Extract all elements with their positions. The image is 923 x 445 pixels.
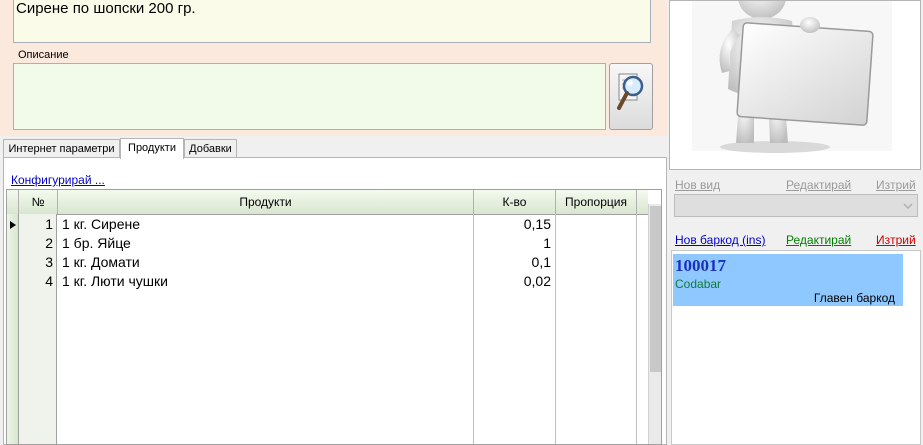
quantity-cell[interactable]: 1	[474, 234, 551, 253]
delete-type-link[interactable]: Изтрий	[876, 178, 916, 192]
quantity-cell[interactable]: 0,02	[474, 272, 551, 291]
row-number: 4	[45, 273, 53, 289]
barcode-type: Codabar	[675, 277, 722, 291]
products-grid: № Продукти К-во Пропорция 1 1 кг. Сирене…	[6, 189, 662, 445]
edit-type-link[interactable]: Редактирай	[786, 178, 851, 192]
edit-barcode-link[interactable]: Редактирай	[786, 233, 851, 247]
header-indicator-cell	[7, 190, 19, 214]
configure-link[interactable]: Конфигурирай ...	[11, 173, 105, 187]
magnifier-icon	[617, 73, 644, 110]
row-indicator-column	[7, 214, 19, 444]
lookup-button[interactable]	[609, 63, 653, 130]
column-header-quantity[interactable]: К-во	[474, 190, 556, 214]
new-type-link[interactable]: Нов вид	[675, 178, 720, 192]
product-image[interactable]	[669, 0, 921, 170]
scrollbar-thumb[interactable]	[650, 206, 661, 372]
delete-barcode-link[interactable]: Изтрий	[876, 233, 916, 247]
type-select[interactable]	[674, 194, 918, 217]
row-number: 1	[45, 216, 53, 232]
grid-header: № Продукти К-во Пропорция	[7, 190, 648, 215]
quantity-cell[interactable]: 0,15	[474, 215, 551, 234]
tab-internet-parameters[interactable]: Интернет параметри	[3, 139, 120, 157]
tab-products[interactable]: Продукти	[120, 138, 184, 159]
column-header-number[interactable]: №	[19, 190, 58, 214]
product-cell[interactable]: 1 кг. Сирене	[62, 215, 140, 234]
description-label: Описание	[18, 49, 69, 61]
barcode-item[interactable]: 100017 Codabar Главен баркод	[673, 254, 903, 306]
product-cell[interactable]: 1 кг. Домати	[62, 253, 140, 272]
product-cell[interactable]: 1 кг. Люти чушки	[62, 272, 168, 291]
tab-additions[interactable]: Добавки	[184, 139, 237, 157]
chevron-down-icon	[903, 203, 913, 209]
description-field[interactable]	[13, 63, 606, 130]
product-cell[interactable]: 1 бр. Яйце	[62, 234, 131, 253]
quantity-cell[interactable]: 0,1	[474, 253, 551, 272]
row-number: 2	[45, 235, 53, 251]
new-barcode-link[interactable]: Нов баркод (ins)	[675, 233, 765, 247]
barcode-list: 100017 Codabar Главен баркод	[671, 250, 921, 445]
row-number: 3	[45, 254, 53, 270]
grid-divider	[555, 214, 556, 444]
column-header-proportion[interactable]: Пропорция	[556, 190, 637, 214]
column-header-product[interactable]: Продукти	[58, 190, 474, 214]
grid-vertical-scrollbar[interactable]	[648, 204, 661, 444]
grid-divider	[636, 214, 637, 444]
placeholder-figure-image	[692, 0, 892, 153]
product-name-text: Сирене по шопски 200 гр.	[16, 0, 196, 17]
barcode-label: Главен баркод	[813, 291, 895, 305]
tab-strip: Интернет параметри Продукти Добавки	[0, 136, 667, 159]
current-row-arrow-icon	[10, 221, 16, 229]
barcode-code: 100017	[675, 256, 726, 275]
